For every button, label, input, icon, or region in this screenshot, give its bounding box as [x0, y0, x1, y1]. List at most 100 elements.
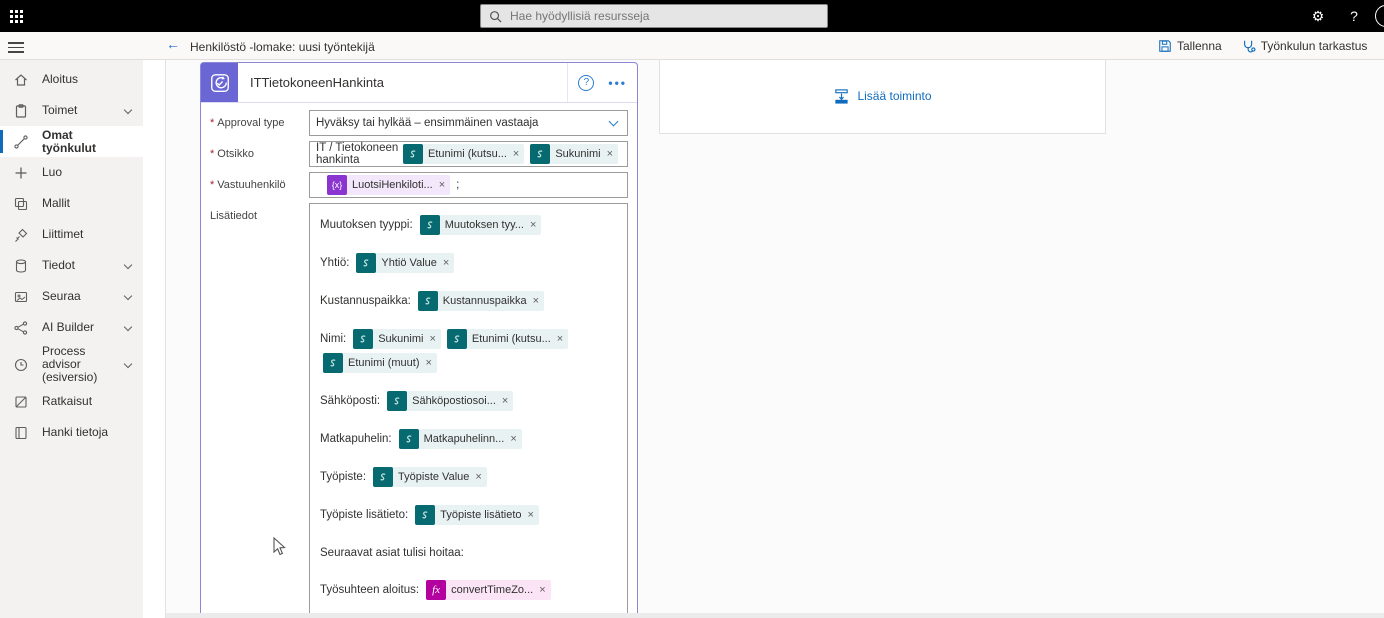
test-button[interactable]: Testaa [1377, 32, 1384, 60]
approval-type-dropdown[interactable]: Hyväksy tai hylkää – ensimmäinen vastaaj… [309, 110, 628, 136]
lisatiedot-line: Kustannuspaikka: Kustannuspaikka × [320, 290, 617, 312]
lisatiedot-line: Matkapuhelin: Matkapuhelinn... × [320, 428, 617, 450]
chevron-down-icon [123, 359, 133, 368]
dynamic-token[interactable]: Kustannuspaikka × [417, 291, 545, 311]
remove-token-icon[interactable]: × [502, 395, 508, 407]
menu-hamburger-icon[interactable] [8, 39, 24, 56]
add-action-button[interactable]: Lisää toiminto [833, 88, 932, 105]
dynamic-content-icon [530, 144, 551, 164]
remove-token-icon[interactable]: × [539, 584, 545, 596]
action-help-icon[interactable]: ? [578, 74, 595, 91]
approval-action-card: ITTietokoneenHankinta ? ••• * Approval ty… [200, 62, 638, 618]
dynamic-content-icon [356, 253, 377, 273]
dynamic-token[interactable]: Etunimi (kutsu... × [446, 329, 569, 349]
sidebar-item-process-advisor[interactable]: Process advisor (esiversio) [0, 343, 143, 386]
sidebar-item-omat-tyonkulut[interactable]: Omat työnkulut [0, 126, 143, 157]
sidebar-item-toimet[interactable]: Toimet [0, 95, 143, 126]
sidebar-item-seuraa[interactable]: Seuraa [0, 281, 143, 312]
dynamic-content-icon [403, 144, 424, 164]
save-button[interactable]: Tallenna [1148, 32, 1232, 60]
sidebar-gutter [143, 60, 165, 618]
variable-token[interactable]: {x} LuotsiHenkiloti... × [327, 175, 451, 195]
remove-token-icon[interactable]: × [429, 333, 435, 345]
office-top-bar: ⚙ ? [0, 0, 1384, 32]
dynamic-token[interactable]: Sukunimi × [530, 144, 618, 164]
help-icon[interactable]: ? [1336, 0, 1372, 32]
dynamic-token[interactable]: Muutoksen tyy... × [419, 215, 542, 235]
expression-fx-icon: fx [426, 580, 447, 600]
remove-token-icon[interactable]: × [557, 333, 563, 345]
dynamic-token[interactable]: Työpiste Value × [373, 467, 487, 487]
plus-icon [13, 165, 29, 181]
app-launcher-icon[interactable] [0, 0, 32, 32]
dynamic-token[interactable]: Etunimi (muut) × [323, 353, 437, 373]
left-navigation: Aloitus Toimet Omat työnkulut Luo Mallit… [0, 60, 143, 618]
sidebar-item-aloitus[interactable]: Aloitus [0, 64, 143, 95]
remove-token-icon[interactable]: × [426, 357, 432, 369]
learn-book-icon [13, 425, 29, 441]
remove-token-icon[interactable]: × [528, 509, 534, 521]
variable-icon: {x} [327, 175, 347, 195]
sidebar-item-luo[interactable]: Luo [0, 157, 143, 188]
dynamic-token[interactable]: Sukunimi × [353, 329, 441, 349]
lisatiedot-editor[interactable]: Muutoksen tyyppi: Muutoksen tyy... × Yht… [309, 203, 628, 618]
dynamic-token[interactable]: Työpiste lisätieto × [415, 505, 539, 525]
dynamic-token[interactable]: Etunimi (kutsu... × [403, 144, 525, 164]
dynamic-content-icon [373, 467, 394, 487]
search-box[interactable] [480, 4, 828, 28]
otsikko-input[interactable]: IT / Tietokoneen hankinta Etunimi (kutsu… [309, 141, 628, 167]
sidebar-item-ratkaisut[interactable]: Ratkaisut [0, 386, 143, 417]
horizontal-scrollbar[interactable] [166, 613, 1384, 618]
remove-token-icon[interactable]: × [533, 295, 539, 307]
remove-token-icon[interactable]: × [443, 257, 449, 269]
home-icon [13, 72, 29, 88]
process-advisor-icon [13, 357, 29, 373]
templates-icon [13, 196, 29, 212]
chevron-down-icon [123, 322, 133, 331]
approvals-connector-icon [201, 63, 238, 102]
lisatiedot-line: Nimi: Sukunimi × Etunimi (kutsu... × Etu… [320, 328, 617, 374]
remove-token-icon[interactable]: × [510, 433, 516, 445]
chevron-down-icon [123, 105, 133, 114]
lisatiedot-line: Yhtiö: Yhtiö Value × [320, 252, 617, 274]
chevron-down-icon [123, 260, 133, 269]
lisatiedot-line: Työsuhteen aloitus: fx convertTimeZo... … [320, 579, 617, 601]
dynamic-content-icon [446, 329, 467, 349]
dynamic-token[interactable]: Sähköpostiosoi... × [387, 391, 514, 411]
sidebar-item-mallit[interactable]: Mallit [0, 188, 143, 219]
action-menu-ellipsis-icon[interactable]: ••• [608, 76, 627, 90]
expression-token[interactable]: fx convertTimeZo... × [426, 580, 551, 600]
remove-token-icon[interactable]: × [530, 219, 536, 231]
save-icon [1159, 40, 1171, 52]
lisatiedot-line: Työpiste: Työpiste Value × [320, 466, 617, 488]
back-button[interactable]: ← [166, 36, 180, 52]
lisatiedot-line: Työpiste lisätieto: Työpiste lisätieto × [320, 504, 617, 526]
field-label: * Approval type [210, 117, 285, 129]
remove-token-icon[interactable]: × [607, 148, 613, 160]
lisatiedot-line: Sähköposti: Sähköpostiosoi... × [320, 390, 617, 412]
dynamic-token[interactable]: Yhtiö Value × [356, 253, 455, 273]
command-bar: ← Henkilöstö -lomake: uusi työntekijä Ta… [0, 32, 1384, 60]
sidebar-item-tiedot[interactable]: Tiedot [0, 250, 143, 281]
dynamic-token[interactable]: Matkapuhelinn... × [398, 429, 522, 449]
next-step-placeholder: Lisää toiminto [659, 60, 1106, 134]
flow-checker-button[interactable]: Työnkulun tarkastus [1232, 32, 1378, 60]
sidebar-item-hanki-tietoja[interactable]: Hanki tietoja [0, 417, 143, 448]
vastuuhenkilo-input[interactable]: {x} LuotsiHenkiloti... × ; [309, 172, 628, 198]
ai-builder-icon [13, 320, 29, 336]
remove-token-icon[interactable]: × [475, 471, 481, 483]
settings-gear-icon[interactable]: ⚙ [1300, 0, 1336, 32]
remove-token-icon[interactable]: × [439, 179, 445, 191]
dynamic-content-icon [398, 429, 419, 449]
lisatiedot-line: Seuraavat asiat tulisi hoitaa: [320, 546, 464, 559]
account-avatar[interactable] [1372, 0, 1384, 32]
sidebar-item-ai-builder[interactable]: AI Builder [0, 312, 143, 343]
field-label: * Otsikko [210, 148, 254, 160]
dynamic-content-icon [323, 353, 343, 373]
action-card-header[interactable]: ITTietokoneenHankinta ? ••• [201, 63, 637, 103]
dynamic-content-icon [417, 291, 438, 311]
search-input[interactable] [510, 9, 819, 23]
sidebar-item-liittimet[interactable]: Liittimet [0, 219, 143, 250]
remove-token-icon[interactable]: × [513, 148, 519, 160]
chevron-down-icon [608, 116, 619, 127]
